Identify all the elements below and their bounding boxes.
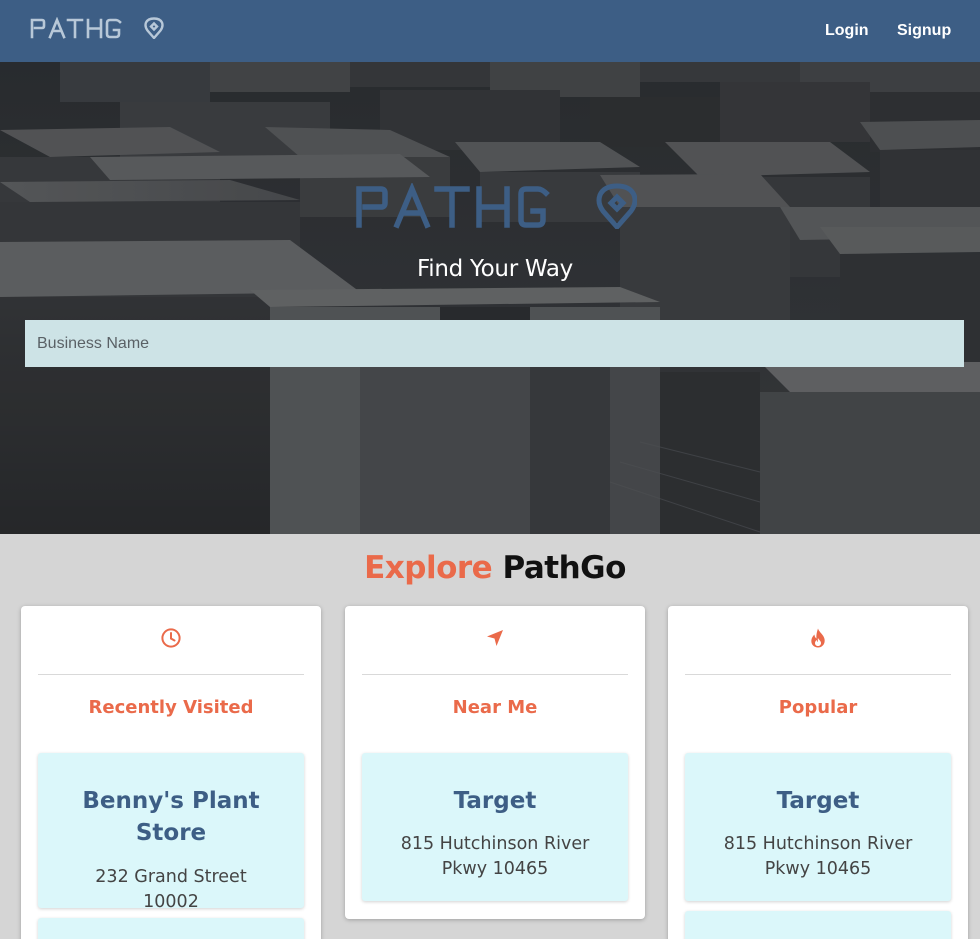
place-card-partial[interactable] <box>685 911 951 939</box>
card-title: Popular <box>778 697 858 718</box>
explore-brand-word: PathGo <box>502 550 626 586</box>
signup-link[interactable]: Signup <box>897 22 951 40</box>
place-name: Target <box>776 788 860 814</box>
hero-background-image <box>0 62 980 534</box>
place-name: Benny's Plant Store <box>82 788 260 846</box>
place-card[interactable]: Target 815 Hutchinson River Pkwy 10465 <box>362 753 628 901</box>
recently-visited-card: Recently Visited Benny's Plant Store 232… <box>21 606 321 939</box>
login-link[interactable]: Login <box>825 22 869 40</box>
hero-logo <box>355 181 638 234</box>
fire-icon <box>811 628 825 648</box>
pathgo-logo-icon <box>30 17 164 39</box>
business-search-input[interactable] <box>25 320 964 367</box>
card-title: Recently Visited <box>88 697 254 718</box>
popular-card: Popular Target 815 Hutchinson River Pkwy… <box>668 606 968 939</box>
place-address: 815 Hutchinson River Pkwy 10465 <box>723 834 913 879</box>
explore-heading: Explore PathGo <box>0 550 980 586</box>
nav-logo[interactable] <box>30 17 164 39</box>
place-card[interactable]: Benny's Plant Store 232 Grand Street 100… <box>38 753 304 912</box>
place-address: 815 Hutchinson River Pkwy 10465 <box>400 834 590 879</box>
place-card[interactable]: Target 815 Hutchinson River Pkwy 10465 <box>685 753 951 901</box>
card-divider <box>685 674 951 675</box>
card-divider <box>362 674 628 675</box>
navbar: Login Signup <box>0 0 980 62</box>
hero-tagline: Find Your Way <box>417 256 573 282</box>
explore-accent-word: Explore <box>364 550 493 586</box>
card-title: Near Me <box>452 697 538 718</box>
place-address: 232 Grand Street 10002 <box>95 867 247 912</box>
clock-icon <box>161 628 181 648</box>
hero-banner: Find Your Way <box>0 62 980 534</box>
card-divider <box>38 674 304 675</box>
near-me-card: Near Me Target 815 Hutchinson River Pkwy… <box>345 606 645 919</box>
place-card-partial[interactable] <box>38 918 304 939</box>
place-name: Target <box>453 788 537 814</box>
pathgo-hero-logo-icon <box>356 181 638 231</box>
location-arrow-icon <box>487 630 503 646</box>
